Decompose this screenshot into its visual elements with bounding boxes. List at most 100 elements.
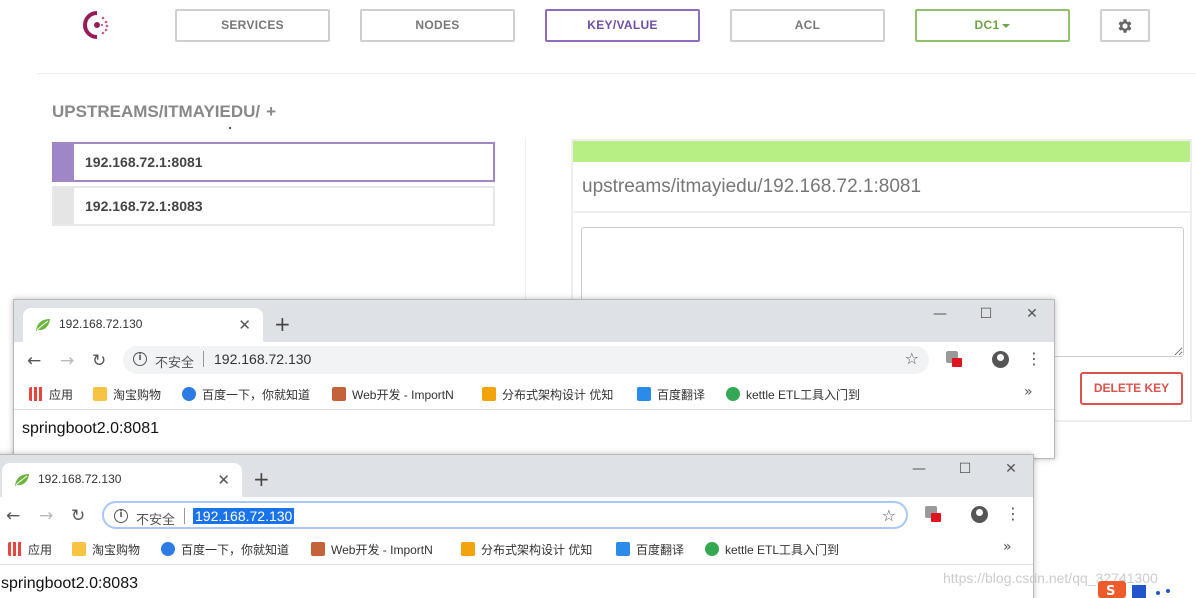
ime-toolbar-icon[interactable]: S (1098, 577, 1196, 598)
bookmark-item[interactable]: kettle ETL工具入门到 (705, 541, 839, 558)
bookmark-item[interactable]: 分布式架构设计 优知 (482, 386, 613, 403)
page-body-text: springboot2.0:8083 (1, 575, 138, 592)
bookmark-apps[interactable]: 应用 (8, 541, 52, 558)
spring-leaf-icon (15, 474, 29, 486)
bookmark-item[interactable]: 分布式架构设计 优知 (461, 541, 592, 558)
address-bar[interactable]: i 不安全 192.168.72.130 ☆ (123, 346, 929, 374)
datacenter-label: DC1 (974, 18, 1000, 32)
java-cup-icon (332, 387, 346, 401)
minimize-icon[interactable]: — (896, 461, 942, 477)
back-arrow-icon[interactable]: ← (6, 506, 20, 526)
datacenter-dropdown[interactable]: DC1 (915, 9, 1070, 42)
kebab-menu-icon[interactable]: ⋮ (1026, 349, 1042, 368)
info-icon[interactable]: i (114, 509, 128, 523)
bookmark-item[interactable]: 淘宝购物 (93, 386, 161, 403)
nav-acl-button[interactable]: ACL (730, 9, 885, 42)
key-marker (54, 188, 74, 224)
gear-icon (1118, 18, 1132, 33)
extension-icon[interactable] (945, 350, 963, 368)
browser-toolbar: ← → ↻ i 不安全 192.168.72.130 ☆ ⋮ (0, 497, 1033, 533)
star-icon[interactable]: ☆ (905, 349, 919, 368)
forward-arrow-icon[interactable]: → (60, 351, 74, 371)
forward-arrow-icon[interactable]: → (39, 506, 53, 526)
tab-title: 192.168.72.130 (59, 317, 143, 331)
tab-strip: 192.168.72.130 ✕ + — ☐ ✕ (0, 455, 1033, 497)
tab-strip: 192.168.72.130 ✕ + — ☐ ✕ (14, 300, 1054, 342)
key-list-item-label: 192.168.72.1:8083 (85, 198, 203, 214)
kettle-icon (726, 387, 740, 401)
settings-button[interactable] (1100, 9, 1150, 42)
key-list-item[interactable]: 192.168.72.1:8083 (52, 186, 495, 226)
baidu-paw-icon (161, 542, 175, 556)
bookmark-apps[interactable]: 应用 (29, 386, 73, 403)
bookmarks-bar: 应用 淘宝购物 百度一下，你就知道 Web开发 - ImportN 分布式架构设… (0, 533, 1033, 565)
key-selected-marker (54, 144, 74, 180)
close-window-icon[interactable]: ✕ (988, 461, 1033, 477)
bookmark-item[interactable]: Web开发 - ImportN (311, 541, 433, 558)
maximize-icon[interactable]: ☐ (963, 306, 1009, 322)
spring-leaf-icon (36, 319, 50, 331)
url-text[interactable]: 192.168.72.130 (214, 351, 311, 367)
avatar-icon[interactable] (992, 351, 1009, 368)
apps-grid-icon (8, 542, 22, 556)
key-list-item-label: 192.168.72.1:8081 (85, 154, 203, 170)
security-label: 不安全 (136, 512, 176, 527)
browser-window-1: 192.168.72.130 ✕ + — ☐ ✕ ← → ↻ i 不安全 192… (13, 299, 1055, 459)
close-icon[interactable]: ✕ (238, 316, 251, 334)
breadcrumb: UPSTREAMS/ITMAYIEDU/ + (52, 102, 276, 122)
bookmark-item[interactable]: kettle ETL工具入门到 (726, 386, 860, 403)
bookmark-item[interactable]: 淘宝购物 (72, 541, 140, 558)
bookmark-item[interactable]: 百度一下，你就知道 (182, 386, 310, 403)
info-icon[interactable]: i (133, 352, 147, 366)
bookmark-item[interactable]: 百度翻译 (637, 386, 705, 403)
bookmarks-overflow-icon[interactable]: » (1003, 539, 1012, 555)
new-tab-button[interactable]: + (253, 467, 270, 491)
folder-icon (72, 542, 86, 556)
delete-key-button[interactable]: DELETE KEY (1080, 372, 1183, 405)
column-divider (525, 138, 526, 303)
nav-key-value-button[interactable]: KEY/VALUE (545, 9, 700, 42)
extension-icon[interactable] (924, 505, 942, 523)
bookmark-item[interactable]: 百度翻译 (616, 541, 684, 558)
key-list-item[interactable]: 192.168.72.1:8081 (52, 142, 495, 182)
omnibox-separator (203, 351, 204, 367)
minimize-icon[interactable]: — (917, 306, 963, 322)
url-text-selected[interactable]: 192.168.72.130 (193, 508, 295, 524)
avatar-icon[interactable] (971, 506, 988, 523)
folder-icon (93, 387, 107, 401)
kebab-menu-icon[interactable]: ⋮ (1005, 504, 1021, 523)
translate-icon (616, 542, 630, 556)
chevron-down-icon (1002, 23, 1011, 28)
tab-title: 192.168.72.130 (38, 472, 122, 486)
browser-tab[interactable]: 192.168.72.130 ✕ (2, 463, 242, 497)
maximize-icon[interactable]: ☐ (942, 461, 988, 477)
new-tab-button[interactable]: + (274, 312, 291, 336)
nav-nodes-button[interactable]: NODES (360, 9, 515, 42)
editor-divider (573, 211, 1190, 213)
kettle-icon (705, 542, 719, 556)
back-arrow-icon[interactable]: ← (27, 351, 41, 371)
java-cup-icon (311, 542, 325, 556)
header-divider (37, 73, 1196, 74)
bookmark-item[interactable]: 百度一下，你就知道 (161, 541, 289, 558)
close-window-icon[interactable]: ✕ (1009, 306, 1054, 322)
youzhi-icon (461, 542, 475, 556)
bookmarks-bar: 应用 淘宝购物 百度一下，你就知道 Web开发 - ImportN 分布式架构设… (14, 378, 1054, 410)
bookmarks-overflow-icon[interactable]: » (1024, 384, 1033, 400)
reload-icon[interactable]: ↻ (92, 351, 106, 371)
browser-tab[interactable]: 192.168.72.130 ✕ (23, 308, 263, 342)
page-body-text: springboot2.0:8081 (22, 420, 159, 437)
apps-grid-icon (29, 387, 43, 401)
baidu-paw-icon (182, 387, 196, 401)
editor-key-path: upstreams/itmayiedu/192.168.72.1:8081 (582, 176, 922, 197)
saved-status-bar (573, 141, 1190, 162)
reload-icon[interactable]: ↻ (71, 506, 85, 526)
star-icon[interactable]: ☆ (882, 506, 896, 525)
bookmark-item[interactable]: Web开发 - ImportN (332, 386, 454, 403)
add-key-button[interactable]: + (266, 102, 276, 121)
breadcrumb-path[interactable]: UPSTREAMS/ITMAYIEDU/ (52, 102, 260, 121)
nav-services-button[interactable]: SERVICES (175, 9, 330, 42)
consul-logo-icon[interactable] (82, 10, 112, 40)
close-icon[interactable]: ✕ (217, 471, 230, 489)
address-bar[interactable]: i 不安全 192.168.72.130 ☆ (102, 501, 908, 529)
